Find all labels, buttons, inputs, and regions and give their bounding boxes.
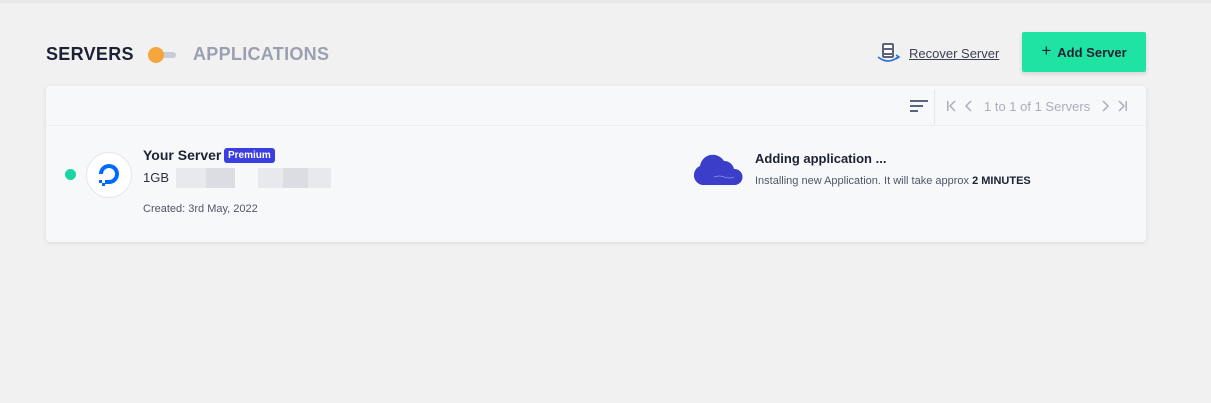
tab-servers[interactable]: SERVERS [46,44,134,65]
created-date: Created: 3rd May, 2022 [143,203,258,215]
plus-icon: + [1041,41,1052,60]
server-name[interactable]: Your Server [143,147,221,163]
pagination-text: 1 to 1 of 1 Servers [984,98,1091,114]
redacted-ip-block [206,168,235,188]
redacted-ip-block [258,168,283,188]
recover-server-label: Recover Server [909,45,1000,61]
cloud-icon [693,154,743,185]
chevron-left-icon [964,100,972,112]
servers-card: 1 to 1 of 1 Servers Your Server Premium … [46,86,1146,242]
redacted-ip-block [283,168,308,188]
pagination: 1 to 1 of 1 Servers [942,98,1132,114]
sort-icon[interactable] [909,97,929,115]
view-toggle[interactable] [148,47,176,63]
progress-description: Installing new Application. It will take… [755,175,1031,187]
redacted-ip-block [308,168,331,188]
progress-description-text: Installing new Application. It will take… [755,175,970,187]
add-server-label: Add Server [1057,44,1127,60]
chevron-right-icon [1102,100,1110,112]
last-page-icon [1118,100,1128,112]
progress-title: Adding application ... [755,151,887,166]
redacted-ip-block [176,168,206,188]
card-toolbar: 1 to 1 of 1 Servers [46,86,1146,126]
premium-badge: Premium [224,148,275,163]
progress-duration: 2 MINUTES [972,175,1031,187]
recover-server-link[interactable]: Recover Server [875,42,999,64]
first-page-button[interactable] [942,98,960,114]
next-page-button[interactable] [1096,98,1114,114]
toggle-knob [148,47,164,63]
tab-applications[interactable]: APPLICATIONS [193,44,329,65]
provider-logo [86,152,132,198]
add-server-button[interactable]: + Add Server [1022,32,1146,72]
pager-divider [934,90,935,124]
server-size: 1GB [143,170,170,185]
recover-server-icon [877,43,901,62]
prev-page-button[interactable] [960,98,978,114]
status-dot [65,169,76,180]
server-row[interactable]: Your Server Premium 1GB Created: 3rd May… [46,127,1146,242]
top-strip [0,0,1211,3]
first-page-icon [947,100,956,112]
header: SERVERS APPLICATIONS Recover Server + Ad… [46,32,1146,72]
last-page-button[interactable] [1114,98,1132,114]
digitalocean-icon [99,164,119,186]
